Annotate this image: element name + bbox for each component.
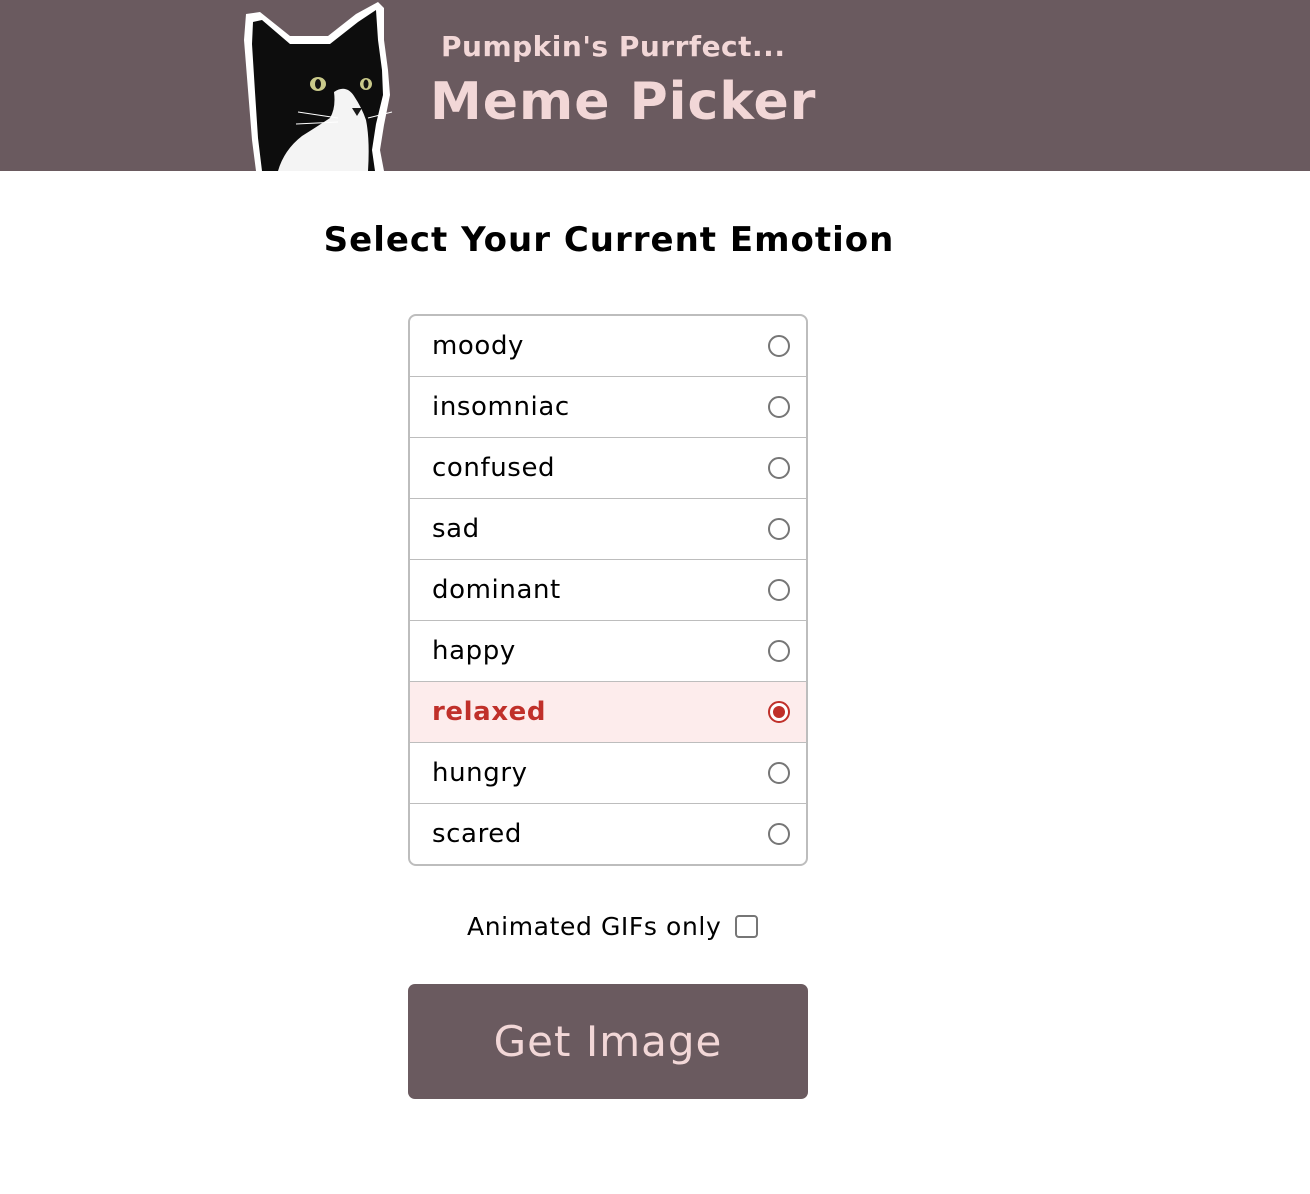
emotion-option-7[interactable]: hungry	[410, 743, 806, 804]
gifs-only-option[interactable]: Animated GIFs only	[467, 912, 759, 941]
emotion-radio[interactable]	[768, 457, 790, 479]
emotion-option-0[interactable]: moody	[410, 316, 806, 377]
emotion-option-8[interactable]: scared	[410, 804, 806, 864]
emotion-option-3[interactable]: sad	[410, 499, 806, 560]
header-subtitle: Pumpkin's Purrfect...	[441, 30, 786, 63]
emotion-radio[interactable]	[768, 823, 790, 845]
emotion-option-2[interactable]: confused	[410, 438, 806, 499]
emotion-radio[interactable]	[768, 762, 790, 784]
emotion-option-1[interactable]: insomniac	[410, 377, 806, 438]
emotion-label: confused	[432, 453, 556, 483]
header-title: Meme Picker	[430, 72, 817, 132]
gifs-only-checkbox[interactable]	[735, 915, 759, 938]
emotion-radio[interactable]	[768, 579, 790, 601]
page-heading: Select Your Current Emotion	[323, 220, 895, 260]
emotion-label: happy	[432, 636, 516, 666]
emotion-label: sad	[432, 514, 480, 544]
emotion-option-4[interactable]: dominant	[410, 560, 806, 621]
emotion-option-5[interactable]: happy	[410, 621, 806, 682]
emotion-label: insomniac	[432, 392, 570, 422]
emotion-radio[interactable]	[768, 518, 790, 540]
emotion-radio-list: moody insomniac confused sad dominant happy re…	[408, 314, 808, 866]
emotion-label: moody	[432, 331, 525, 361]
cat-logo-image	[244, 2, 393, 171]
emotion-radio[interactable]	[768, 640, 790, 662]
get-image-button[interactable]: Get Image	[408, 984, 808, 1099]
emotion-label: scared	[432, 819, 522, 849]
emotion-label: dominant	[432, 575, 561, 605]
header: Pumpkin's Purrfect... Meme Picker	[0, 0, 1310, 171]
emotion-radio[interactable]	[768, 335, 790, 357]
emotion-label: hungry	[432, 758, 528, 788]
emotion-radio[interactable]	[768, 396, 790, 418]
emotion-label: relaxed	[432, 697, 547, 727]
emotion-radio[interactable]	[768, 701, 790, 723]
emotion-option-6[interactable]: relaxed	[410, 682, 806, 743]
gifs-only-label: Animated GIFs only	[467, 912, 722, 941]
